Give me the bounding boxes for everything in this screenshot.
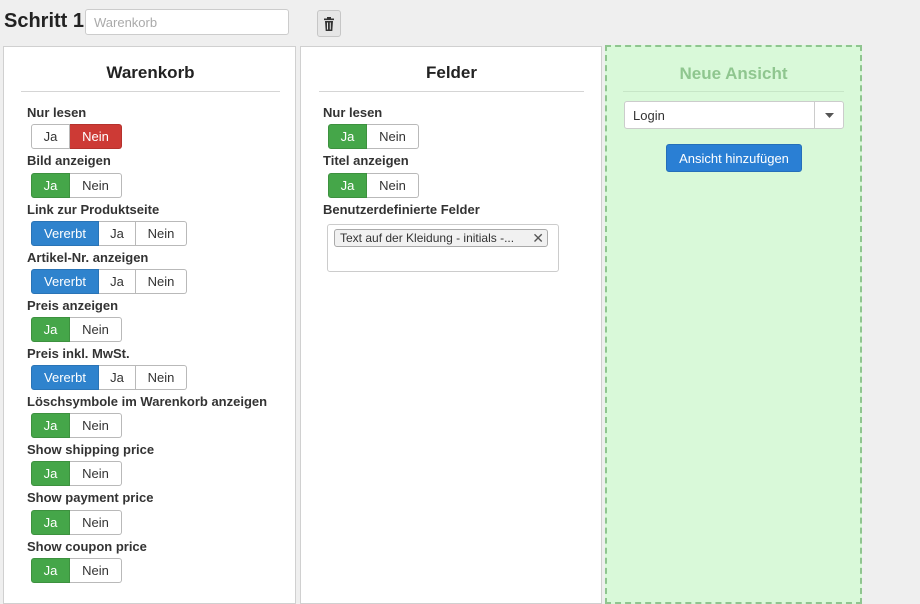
option-label: Bild anzeigen (27, 153, 111, 168)
option-toggle: Ja Nein (328, 173, 419, 198)
option-label: Artikel-Nr. anzeigen (27, 250, 149, 265)
choice-button[interactable]: Nein (136, 365, 187, 390)
choice-button-active[interactable]: Ja (31, 510, 70, 535)
view-select[interactable]: Login (624, 101, 844, 129)
choice-button-active[interactable]: Ja (31, 173, 70, 198)
choice-button[interactable]: Nein (70, 413, 122, 438)
option-label: Show shipping price (27, 442, 155, 457)
option-toggle: Ja Nein (31, 413, 122, 438)
choice-button[interactable]: Nein (367, 173, 419, 198)
option-label: Preis inkl. MwSt. (27, 346, 130, 361)
choice-button-active[interactable]: Ja (31, 317, 70, 342)
option-label: Löschsymbole im Warenkorb anzeigen (27, 394, 268, 409)
option-toggle: Vererbt Ja Nein (31, 221, 187, 246)
choice-button-active[interactable]: Vererbt (31, 221, 99, 246)
choice-button-active[interactable]: Vererbt (31, 269, 99, 294)
choice-button-active[interactable]: Ja (31, 461, 70, 486)
option-toggle: Ja Nein (31, 124, 122, 149)
option-label: Link zur Produktseite (27, 202, 160, 217)
close-icon[interactable]: ✕ (532, 230, 544, 246)
choice-button[interactable]: Nein (70, 317, 122, 342)
panel-title: Warenkorb (106, 63, 195, 82)
view-select-value: Login (633, 108, 665, 123)
option-toggle: Vererbt Ja Nein (31, 365, 187, 390)
option-toggle: Ja Nein (31, 461, 122, 486)
new-view-dropzone[interactable]: Neue Ansicht Login Ansicht hinzufügen (605, 45, 862, 604)
divider (21, 91, 280, 92)
add-view-button[interactable]: Ansicht hinzufügen (666, 144, 802, 172)
custom-fields-multiselect[interactable]: Text auf der Kleidung - initials -... ✕ (327, 224, 559, 272)
choice-button[interactable]: Ja (31, 124, 70, 149)
choice-button-active[interactable]: Ja (31, 558, 70, 583)
option-label: Show coupon price (27, 539, 147, 554)
choice-button[interactable]: Nein (136, 221, 187, 246)
choice-button[interactable]: Ja (99, 365, 136, 390)
step-title: Schritt 1 (4, 10, 85, 32)
felder-panel: Felder Nur lesen Ja Nein Titel anzeigen … (300, 46, 602, 604)
panel-title: Felder (425, 63, 478, 82)
option-toggle: Ja Nein (328, 124, 419, 149)
option-label: Show payment price (27, 490, 154, 505)
delete-step-button[interactable] (317, 10, 341, 37)
option-toggle: Vererbt Ja Nein (31, 269, 187, 294)
option-toggle: Ja Nein (31, 558, 122, 583)
option-label: Nur lesen (323, 105, 383, 120)
choice-button-active[interactable]: Vererbt (31, 365, 99, 390)
choice-button[interactable]: Nein (70, 510, 122, 535)
tag-label: Text auf der Kleidung - initials -... (340, 231, 515, 245)
choice-button[interactable]: Nein (367, 124, 419, 149)
choice-button[interactable]: Nein (70, 461, 122, 486)
choice-button-active[interactable]: Ja (31, 413, 70, 438)
divider (319, 91, 584, 92)
option-toggle: Ja Nein (31, 317, 122, 342)
option-toggle: Ja Nein (31, 173, 122, 198)
trash-icon (324, 16, 334, 31)
option-toggle: Ja Nein (31, 510, 122, 535)
option-label: Nur lesen (27, 105, 87, 120)
custom-field-tag: Text auf der Kleidung - initials -... ✕ (334, 229, 548, 247)
choice-button[interactable]: Ja (99, 221, 136, 246)
choice-button-active[interactable]: Ja (328, 173, 367, 198)
choice-button[interactable]: Nein (136, 269, 187, 294)
step-name-input[interactable] (85, 9, 289, 35)
choice-button[interactable]: Ja (99, 269, 136, 294)
option-label: Titel anzeigen (323, 153, 409, 168)
custom-fields-label: Benutzerdefinierte Felder (323, 202, 480, 217)
divider (623, 91, 844, 92)
step-header: Schritt 1 (0, 0, 920, 46)
choice-button-active[interactable]: Nein (70, 124, 122, 149)
panel-title: Neue Ansicht (679, 64, 788, 83)
warenkorb-panel: Warenkorb Nur lesen Ja Nein Bild anzeige… (3, 46, 296, 604)
option-label: Preis anzeigen (27, 298, 119, 313)
choice-button-active[interactable]: Ja (328, 124, 367, 149)
choice-button[interactable]: Nein (70, 558, 122, 583)
caret-down-icon (814, 102, 843, 128)
choice-button[interactable]: Nein (70, 173, 122, 198)
